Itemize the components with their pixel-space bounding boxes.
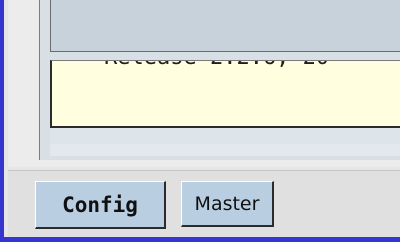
release-text-area[interactable]: Release 2.2.6, 20	[50, 60, 400, 128]
window-frame: Release 2.2.6, 20 Config Master	[0, 0, 400, 242]
bottom-toolbar: Config Master	[8, 170, 400, 237]
config-button[interactable]: Config	[35, 181, 166, 229]
header-strip	[50, 0, 400, 52]
panel-footer-strip	[50, 144, 400, 156]
master-button[interactable]: Master	[181, 181, 274, 227]
horizontal-scroll-track[interactable]	[50, 128, 400, 144]
release-text: Release 2.2.6, 20	[104, 61, 329, 70]
